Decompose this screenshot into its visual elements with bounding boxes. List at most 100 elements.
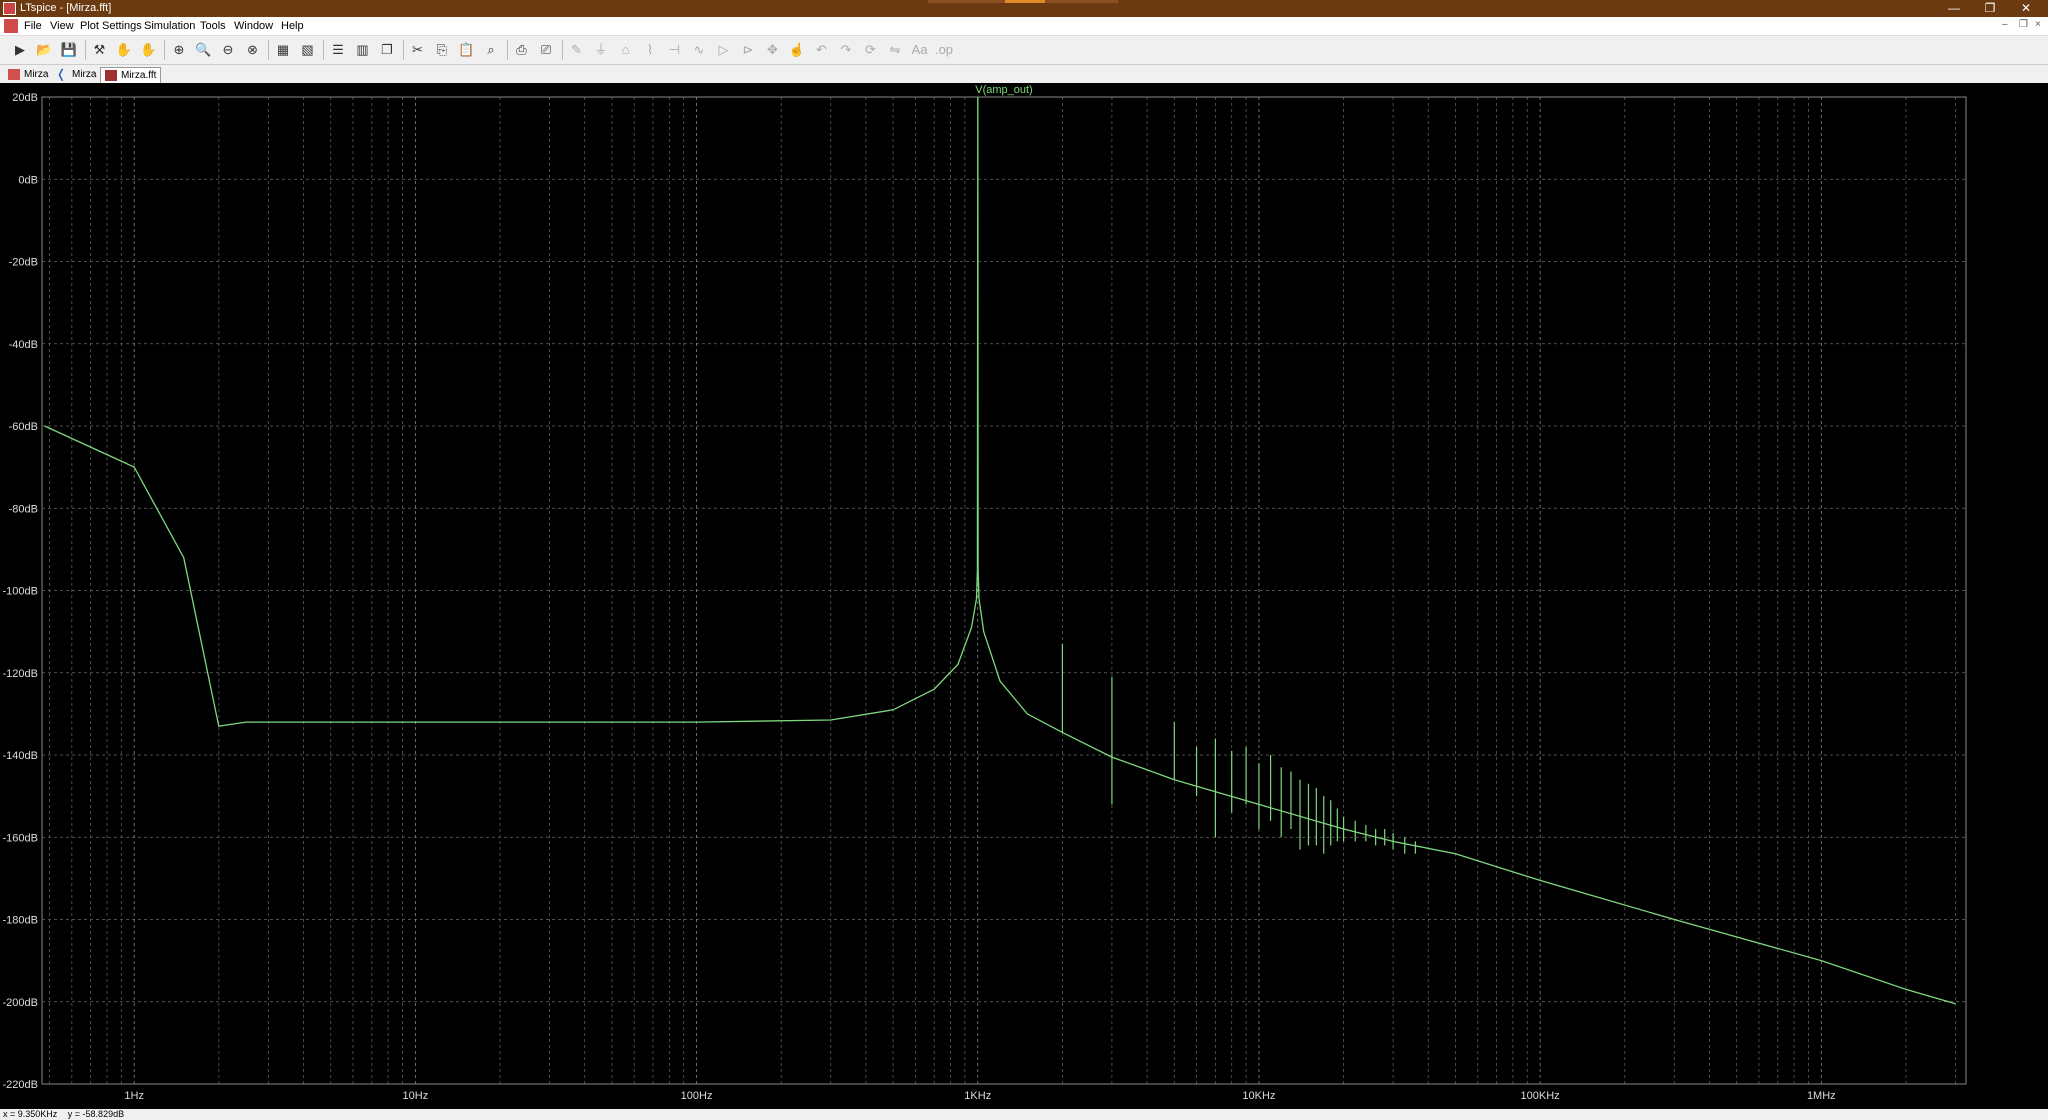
plot-grid [42, 96, 1966, 1085]
mark-icon[interactable]: ▧ [298, 40, 318, 60]
y-tick-label: -200dB [3, 997, 38, 1009]
copy-icon[interactable]: ⎘ [432, 40, 452, 60]
y-tick-label: -180dB [3, 915, 38, 927]
label-net-icon[interactable]: ⌂ [616, 40, 636, 60]
cursor-y-readout: y = -58.829dB [67, 1109, 125, 1119]
toolbar-separator [561, 40, 563, 60]
y-tick-label: 20dB [12, 92, 38, 104]
menu-window[interactable]: Window [234, 20, 273, 32]
menu-bar: File View Plot Settings Simulation Tools… [0, 17, 2048, 35]
tab-fft[interactable]: Mirza.fft [100, 67, 162, 83]
ground-icon[interactable]: ⏚ [591, 40, 611, 60]
tab-waveform[interactable]: ❬ Mirza [52, 67, 100, 83]
drag-icon[interactable]: ☝ [787, 40, 807, 60]
toolbar-separator [268, 40, 269, 60]
y-tick-label: -140dB [3, 750, 38, 762]
title-bar: LTspice - [Mirza.fft] — ❐ ✕ [0, 0, 2048, 17]
harmonic-spurs [1061, 643, 1416, 854]
pan-icon[interactable]: ✋ [139, 40, 159, 60]
halt-icon[interactable]: ✋ [114, 40, 134, 60]
wire-icon[interactable]: ✎ [567, 40, 587, 60]
y-tick-label: -20dB [9, 257, 38, 269]
redo-icon[interactable]: ↷ [836, 40, 856, 60]
mirror-icon[interactable]: ⇋ [885, 40, 905, 60]
y-tick-label: -120dB [3, 668, 38, 680]
trace-v-amp-out[interactable] [44, 96, 1956, 1005]
zoom-cancel-icon[interactable]: ⊗ [243, 40, 263, 60]
open-icon[interactable]: 📂 [35, 40, 55, 60]
waveform-plot[interactable]: V(amp_out) 20dB 0dB -20dB -40dB -60dB -80dB -1… [0, 83, 2048, 1109]
print-preview-icon[interactable]: ⎚ [536, 40, 556, 60]
restore-button[interactable]: ❐ [1970, 0, 2010, 17]
titlebar-accent-highlight [1005, 0, 1045, 3]
menu-file[interactable]: File [24, 20, 42, 32]
menu-tools[interactable]: Tools [200, 20, 226, 32]
mdi-close-icon[interactable]: × [2035, 19, 2041, 30]
trace-label[interactable]: V(amp_out) [975, 84, 1032, 96]
y-tick-label: -100dB [3, 586, 38, 598]
spice-directive-icon[interactable]: .op [934, 40, 954, 60]
tab-label: Mirza [72, 69, 97, 80]
toolbar: ▶ 📂 💾 ⚒ ✋ ✋ ⊕ 🔍 ⊖ ⊗ ▦ ▧ ☰ ▥ ❐ ✂ ⎘ 📋 ⌕ ⎙ ⎚ ✎ ⏚ ⌂ ⌇ ⊣ ∿ ▷ ⊳ ✥ ☝ ↶ ↷ ⟳ ⇋ Aa .op [0, 35, 2048, 65]
mdi-minimize-icon[interactable]: – [2002, 19, 2008, 30]
menu-plot-settings[interactable]: Plot Settings [80, 20, 142, 32]
close-button[interactable]: ✕ [2006, 0, 2046, 17]
document-menu-icon[interactable] [4, 19, 18, 33]
y-tick-label: 0dB [18, 174, 38, 186]
menu-view[interactable]: View [50, 20, 74, 32]
undo-icon[interactable]: ↶ [812, 40, 832, 60]
cut-icon[interactable]: ✂ [408, 40, 428, 60]
x-tick-label: 1Hz [124, 1090, 144, 1102]
zoom-out-icon[interactable]: ⊖ [218, 40, 238, 60]
find-icon[interactable]: ⌕ [481, 40, 501, 60]
autorange-icon[interactable]: ▦ [273, 40, 293, 60]
menu-simulation[interactable]: Simulation [144, 20, 195, 32]
toolbar-separator [323, 40, 324, 60]
text-icon[interactable]: Aa [910, 40, 930, 60]
resistor-icon[interactable]: ⌇ [640, 40, 660, 60]
y-tick-label: -220dB [3, 1079, 38, 1091]
print-icon[interactable]: ⎙ [512, 40, 532, 60]
x-tick-label: 10KHz [1242, 1090, 1275, 1102]
x-tick-label: 1KHz [964, 1090, 991, 1102]
toolbar-separator [84, 40, 86, 60]
zoom-in-icon[interactable]: ⊕ [169, 40, 189, 60]
window-title: LTspice - [Mirza.fft] [20, 2, 112, 14]
tile-vertical-icon[interactable]: ▥ [353, 40, 373, 60]
menu-help[interactable]: Help [281, 20, 304, 32]
diode-icon[interactable]: ▷ [714, 40, 734, 60]
y-tick-label: -160dB [3, 832, 38, 844]
run-icon[interactable]: ▶ [10, 40, 30, 60]
ltspice-app-icon[interactable] [3, 2, 16, 15]
save-icon[interactable]: 💾 [59, 40, 79, 60]
tab-label: Mirza [24, 69, 49, 80]
x-tick-label: 1MHz [1807, 1090, 1836, 1102]
component-icon[interactable]: ⊳ [738, 40, 758, 60]
capacitor-icon[interactable]: ⊣ [665, 40, 685, 60]
toolbar-separator [506, 40, 508, 60]
schematic-icon [8, 69, 20, 80]
document-tabs: Mirza ❬ Mirza Mirza.fft [0, 66, 2048, 83]
x-tick-label: 100Hz [681, 1090, 713, 1102]
minimize-button[interactable]: — [1934, 0, 1974, 17]
inductor-icon[interactable]: ∿ [689, 40, 709, 60]
paste-icon[interactable]: 📋 [457, 40, 477, 60]
tab-label: Mirza.fft [121, 70, 157, 81]
mdi-restore-icon[interactable]: ❐ [2019, 19, 2028, 30]
waveform-icon: ❬ [56, 67, 67, 81]
zoom-area-icon[interactable]: 🔍 [194, 40, 214, 60]
y-tick-label: -40dB [9, 339, 38, 351]
x-tick-label: 10Hz [403, 1090, 429, 1102]
tile-horizontal-icon[interactable]: ☰ [328, 40, 348, 60]
rotate-icon[interactable]: ⟳ [861, 40, 881, 60]
cursor-x-readout: x = 9.350KHz [3, 1109, 58, 1119]
cascade-icon[interactable]: ❐ [377, 40, 397, 60]
control-panel-icon[interactable]: ⚒ [90, 40, 110, 60]
status-bar: x = 9.350KHz y = -58.829dB [0, 1109, 2048, 1120]
y-tick-label: -80dB [9, 503, 38, 515]
x-axis-labels: 1Hz 10Hz 100Hz 1KHz 10KHz 100KHz 1MHz [124, 1090, 1835, 1102]
tab-schematic[interactable]: Mirza [4, 67, 52, 83]
y-tick-label: -60dB [9, 421, 38, 433]
y-axis-labels: 20dB 0dB -20dB -40dB -60dB -80dB -100dB -120dB -… [3, 92, 38, 1091]
move-icon[interactable]: ✥ [763, 40, 783, 60]
